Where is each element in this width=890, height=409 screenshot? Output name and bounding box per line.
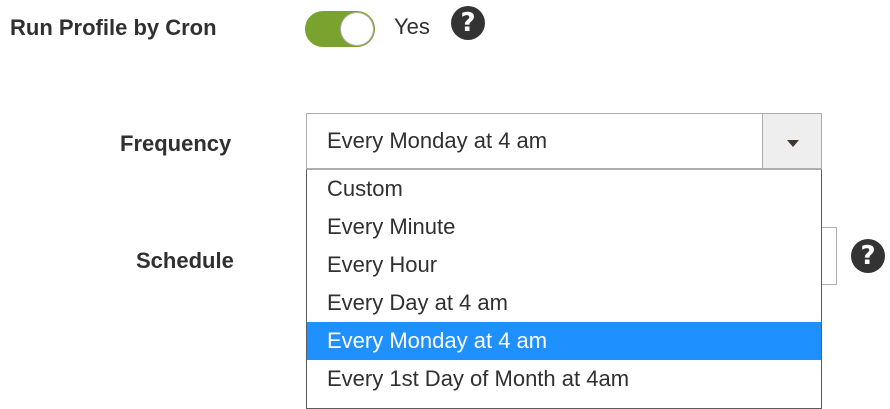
frequency-select[interactable]: Every Monday at 4 am (306, 113, 822, 169)
frequency-dropdown-list: Custom Every Minute Every Hour Every Day… (306, 169, 822, 409)
frequency-option[interactable]: Every Hour (307, 246, 821, 284)
question-circle-icon[interactable]: ? (451, 6, 485, 40)
schedule-label: Schedule (136, 248, 234, 273)
toggle-state-label: Yes (394, 14, 430, 39)
run-profile-toggle[interactable] (305, 11, 375, 47)
frequency-selected-value: Every Monday at 4 am (327, 128, 548, 153)
frequency-option[interactable]: Every 1st Day of Month at 4am (307, 360, 821, 398)
frequency-option[interactable]: Custom (307, 170, 821, 208)
frequency-label: Frequency (120, 131, 232, 156)
select-arrow-button[interactable] (763, 114, 821, 168)
frequency-option[interactable]: Every Day at 4 am (307, 284, 821, 322)
run-profile-label: Run Profile by Cron (10, 15, 217, 40)
frequency-option[interactable]: Every Minute (307, 208, 821, 246)
chevron-down-icon (787, 140, 799, 147)
toggle-knob (341, 13, 373, 45)
question-circle-icon[interactable]: ? (851, 239, 885, 273)
frequency-option-highlighted[interactable]: Every Monday at 4 am (307, 322, 821, 360)
